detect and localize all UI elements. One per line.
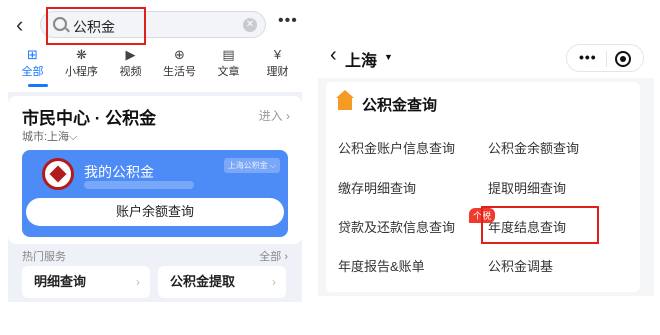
city-pill[interactable]: 上海公积金 ⌵	[223, 158, 280, 173]
back-icon[interactable]: ‹	[16, 12, 36, 38]
grid-icon: ⊞	[27, 47, 38, 62]
balance-query[interactable]: 公积金余额查询	[488, 138, 579, 157]
provident-fund-box: 我的公积金 上海公积金 ⌵ 账户余额查询	[22, 150, 288, 237]
search-results-panel: ‹ 公积金 ✕ ••• ⊞ 全部 ❋ 小程序 ▶ 视频 ⊕ 生活号 ▤ 文章 ¥ 理财 市民…	[8, 0, 302, 302]
blurred-info	[84, 181, 194, 189]
fund-query-title: 公积金查询	[362, 97, 438, 114]
chevron-right-icon: ›	[136, 275, 140, 289]
back-icon[interactable]: ‹	[330, 44, 337, 67]
mini-program-icon: ❋	[76, 47, 87, 62]
clear-icon[interactable]: ✕	[243, 18, 257, 32]
life-account-icon: ⊕	[174, 47, 185, 62]
search-tabs: ⊞ 全部 ❋ 小程序 ▶ 视频 ⊕ 生活号 ▤ 文章 ¥ 理财	[8, 46, 302, 86]
tab-video[interactable]: ▶ 视频	[106, 46, 155, 86]
city-selector[interactable]: 城市:上海⌵	[22, 128, 77, 144]
city-title[interactable]: 上海	[345, 47, 377, 71]
mini-program-header: ‹ 上海 ▼ •••	[318, 36, 654, 78]
highlight-box-annual-interest	[481, 206, 599, 244]
fund-withdraw-button[interactable]: 公积金提取 ›	[158, 266, 286, 298]
capsule-menu: •••	[566, 44, 644, 72]
active-tab-indicator	[28, 84, 48, 87]
citizen-center-card: 市民中心 · 公积金 进入 › 城市:上海⌵ 我的公积金 上海公积金 ⌵ 账户余…	[8, 96, 302, 244]
tab-mini-program[interactable]: ❋ 小程序	[57, 46, 106, 86]
highlight-box-search	[46, 7, 146, 45]
loan-repayment-query[interactable]: 贷款及还款信息查询	[338, 217, 455, 236]
withdraw-detail-query[interactable]: 提取明细查询	[488, 178, 566, 197]
yuan-icon: ¥	[273, 47, 282, 62]
search-header: ‹ 公积金 ✕ ••• ⊞ 全部 ❋ 小程序 ▶ 视频 ⊕ 生活号 ▤ 文章 ¥ 理财	[8, 0, 302, 92]
all-services-link[interactable]: 全部 ›	[259, 248, 288, 264]
my-fund-label: 我的公积金	[84, 164, 154, 180]
account-info-query[interactable]: 公积金账户信息查询	[338, 138, 455, 157]
provident-fund-logo-icon	[42, 158, 74, 190]
tab-finance[interactable]: ¥ 理财	[253, 46, 302, 86]
article-icon: ▤	[222, 47, 235, 62]
tab-life-account[interactable]: ⊕ 生活号	[155, 46, 204, 86]
detail-query-button[interactable]: 明细查询 ›	[22, 266, 150, 298]
tab-all[interactable]: ⊞ 全部	[8, 46, 57, 86]
fund-query-card: 公积金查询 公积金账户信息查询 公积金余额查询 缴存明细查询 提取明细查询 贷款…	[326, 82, 640, 292]
fund-base-adjust[interactable]: 公积金调基	[488, 256, 553, 275]
card-title: 市民中心 · 公积金	[22, 109, 157, 128]
more-icon[interactable]: •••	[278, 12, 298, 30]
enter-link[interactable]: 进入 ›	[259, 107, 290, 124]
tab-article[interactable]: ▤ 文章	[204, 46, 253, 86]
chevron-right-icon: ›	[272, 275, 276, 289]
balance-query-button[interactable]: 账户余额查询	[26, 198, 284, 226]
deposit-detail-query[interactable]: 缴存明细查询	[338, 178, 416, 197]
home-icon	[336, 90, 354, 110]
more-icon[interactable]: •••	[579, 49, 597, 65]
close-target-icon[interactable]	[615, 51, 631, 67]
hot-services-label: 热门服务	[22, 251, 66, 263]
caret-down-icon[interactable]: ▼	[384, 52, 393, 62]
play-icon: ▶	[125, 47, 136, 62]
capsule-divider	[606, 51, 607, 67]
fund-query-panel: ‹ 上海 ▼ ••• 公积金查询 公积金账户信息查询 公积金余额查询 缴存明细查…	[318, 36, 654, 296]
annual-report-bill[interactable]: 年度报告&账单	[338, 256, 425, 275]
